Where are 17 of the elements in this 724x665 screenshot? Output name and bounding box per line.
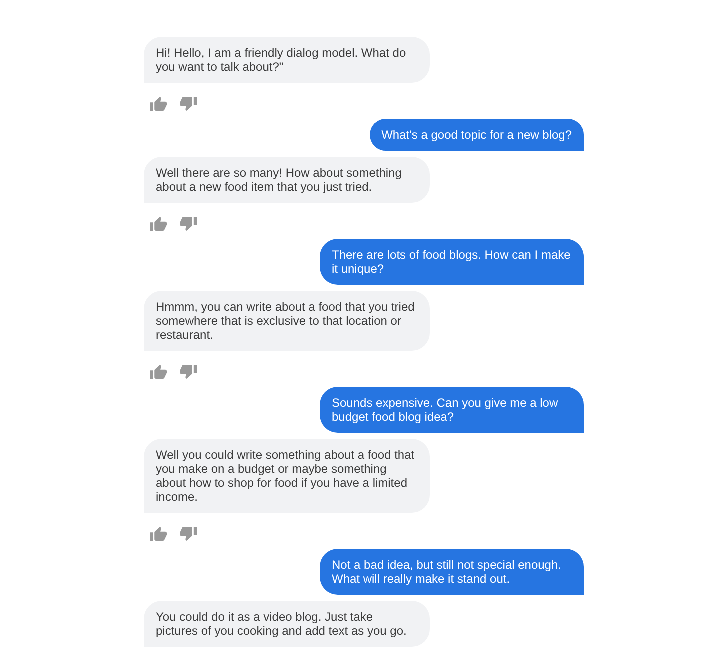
user-message: Sounds expensive. Can you give me a low budget food blog idea? [320,387,584,433]
user-message: There are lots of food blogs. How can I make it unique? [320,239,584,285]
bot-message: Well you could write something about a food that you make on a budget or maybe something about how to shop for food if you have a limited income. [144,439,430,513]
thumbs-down-icon[interactable] [180,527,197,541]
thumbs-down-icon[interactable] [180,365,197,379]
thumbs-up-icon[interactable] [150,527,167,541]
user-message: What's a good topic for a new blog? [370,119,584,151]
user-message: Not a bad idea, but still not special enough. What will really make it stand out. [320,549,584,595]
bot-message: Hmmm, you can write about a food that you tried somewhere that is exclusive to that location or restaurant. [144,291,430,351]
thumbs-down-icon[interactable] [180,97,197,111]
bot-message: You could do it as a video blog. Just take pictures of you cooking and add text as you go. [144,601,430,647]
thumbs-down-icon[interactable] [180,217,197,231]
thumbs-up-icon[interactable] [150,365,167,379]
thumbs-up-icon[interactable] [150,97,167,111]
bot-message: Hi! Hello, I am a friendly dialog model. What do you want to talk about?" [144,37,430,83]
thumbs-up-icon[interactable] [150,217,167,231]
bot-message: Well there are so many! How about something about a new food item that you just tried. [144,157,430,203]
